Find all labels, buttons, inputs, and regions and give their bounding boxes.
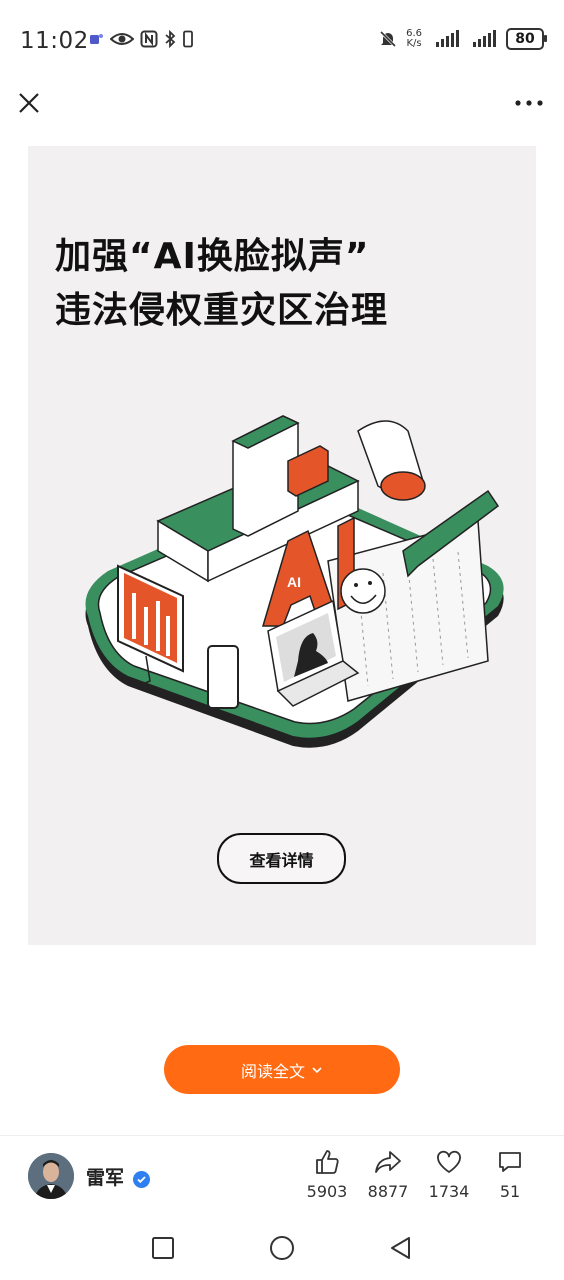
mute-bell-icon [380, 30, 397, 48]
triangle-back-icon [391, 1237, 410, 1259]
close-icon [19, 93, 39, 113]
nfc-icon [140, 30, 158, 48]
status-bar: 11:02 6.6 K/s 80 [0, 0, 564, 80]
svg-text:AI: AI [287, 574, 301, 590]
eye-icon [110, 33, 134, 45]
verified-badge-icon [133, 1170, 151, 1188]
smiley-face [340, 568, 386, 614]
close-button[interactable] [14, 88, 44, 118]
share-button[interactable]: 8877 [358, 1148, 418, 1201]
phone-device [207, 645, 239, 709]
article-poster: 加强“AI换脸拟声” 违法侵权重灾区治理 AI 查看详情 [28, 146, 536, 945]
heart-icon [437, 1150, 461, 1173]
phone-vibrate-icon [183, 30, 193, 48]
author-info[interactable]: 雷军 [28, 1153, 151, 1199]
top-nav [0, 78, 564, 128]
poster-title: 加强“AI换脸拟声” 违法侵权重灾区治理 [55, 236, 389, 331]
more-options-button[interactable] [512, 88, 546, 118]
share-arrow-icon [375, 1151, 401, 1173]
author-name[interactable]: 雷军 [86, 1167, 124, 1189]
thumbs-up-icon [316, 1150, 339, 1174]
network-speed: 6.6 K/s [406, 28, 422, 49]
avatar-image [28, 1153, 74, 1199]
battery-indicator: 80 [506, 28, 547, 50]
status-time: 11:02 [20, 28, 89, 54]
read-full-label: 阅读全文 [240, 1061, 305, 1081]
action-bar: 5903 8877 1734 51 [300, 1148, 550, 1208]
square-icon [152, 1237, 174, 1259]
bluetooth-icon [165, 30, 176, 48]
back-button[interactable] [386, 1233, 416, 1263]
system-navigation-bar [0, 1215, 564, 1280]
circle-icon [270, 1236, 294, 1260]
avatar[interactable] [28, 1153, 74, 1199]
like-button[interactable]: 5903 [297, 1148, 357, 1201]
divider [0, 1135, 564, 1136]
read-full-article-button[interactable]: 阅读全文 [164, 1045, 400, 1094]
home-button[interactable] [267, 1233, 297, 1263]
comment-icon [499, 1152, 521, 1172]
signal-1-icon [436, 30, 459, 47]
more-dots-icon [515, 100, 543, 106]
teams-icon [90, 34, 103, 44]
recent-apps-button[interactable] [148, 1233, 178, 1263]
favorite-button[interactable]: 1734 [419, 1148, 479, 1201]
ai-governance-illustration: AI [85, 415, 504, 748]
chevron-down-icon [312, 1066, 322, 1073]
signal-2-icon [473, 30, 496, 47]
comment-button[interactable]: 51 [480, 1148, 540, 1201]
view-details-button[interactable]: 查看详情 [217, 833, 346, 884]
